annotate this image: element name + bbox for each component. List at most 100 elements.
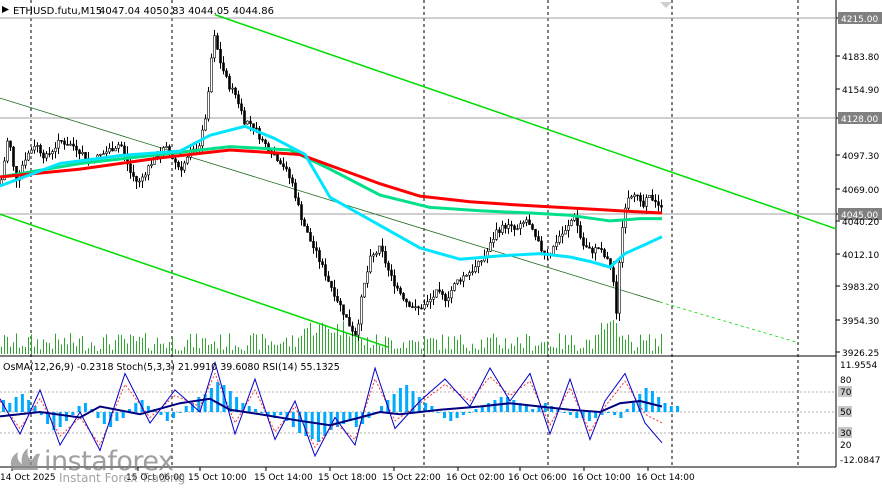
candle-body [354, 331, 357, 336]
candle-body [528, 219, 531, 225]
candle-body [417, 306, 420, 309]
price-chart[interactable]: 4215.00 4183.80 4154.90 4128.00 4097.30 4069.… [0, 0, 882, 485]
osma-bar [587, 412, 591, 421]
candle-body [603, 249, 606, 257]
candle-body [51, 151, 54, 155]
osma-bar [159, 412, 163, 415]
candle-body [363, 282, 366, 298]
candle-body [6, 140, 9, 162]
candle-body [462, 275, 465, 282]
osma-bar [260, 412, 264, 413]
price-label-highlighted: 4128.00 [841, 115, 878, 125]
candle-body [105, 151, 108, 154]
candle-body [345, 314, 348, 318]
osma-bar [115, 412, 119, 421]
osma-bar [644, 388, 648, 412]
osma-bar [398, 388, 402, 412]
candle-body [150, 164, 153, 167]
candle-body [414, 306, 417, 309]
candle-body [339, 300, 342, 306]
candle-body [120, 144, 123, 147]
candle-body [228, 76, 231, 90]
time-axis-label: 15 Oct 14:00 [254, 473, 313, 483]
candle-body [330, 281, 333, 288]
candle-body [288, 168, 291, 179]
candle-body [498, 229, 501, 233]
candle-body [27, 152, 30, 161]
candle-body [291, 177, 294, 184]
candle-body [642, 200, 645, 207]
osma-bar [165, 412, 169, 421]
osma-bar [650, 391, 654, 412]
candle-body [540, 240, 543, 252]
candle-body [618, 262, 621, 314]
osma-bar [569, 412, 572, 415]
price-tick-label: 4012.10 [842, 251, 879, 261]
candle-body [12, 146, 15, 167]
candle-body [216, 35, 219, 50]
osma-bar [487, 403, 491, 412]
osma-bar [455, 412, 459, 418]
osma-bar [524, 406, 528, 412]
candle-body [117, 144, 120, 149]
osma-bar [392, 394, 396, 412]
osma-bar [449, 412, 453, 421]
candle-body [534, 228, 537, 237]
candle-body [516, 228, 519, 230]
candle-body [555, 242, 558, 247]
candle-body [123, 145, 126, 155]
osma-bar [27, 400, 31, 412]
chart-svg[interactable]: 4215.00 4183.80 4154.90 4128.00 4097.30 4069.… [0, 0, 882, 484]
osma-bar [83, 403, 87, 412]
candle-body [177, 161, 180, 168]
osma-bar [279, 412, 283, 415]
candle-body [657, 201, 660, 206]
osma-bar [562, 412, 566, 413]
price-tick-label: 4040.20 [842, 218, 879, 228]
candle-body [321, 261, 324, 265]
candle-body [468, 272, 471, 276]
candle-body [627, 197, 630, 209]
candle-body [219, 48, 222, 64]
price-label-highlighted: 4215.00 [841, 15, 878, 25]
candle-body [72, 143, 75, 147]
candle-body [252, 123, 255, 129]
indicator-tick-label: 70 [840, 388, 852, 398]
candle-body [591, 247, 594, 254]
candle-body [465, 274, 468, 277]
candle-body [612, 267, 615, 283]
candle-body [570, 220, 573, 226]
candle-body [588, 246, 591, 249]
candle-body [255, 127, 258, 130]
candle-body [579, 225, 582, 238]
osma-bar [310, 412, 314, 439]
candle-body [45, 153, 48, 159]
candle-body [108, 148, 111, 153]
candle-body [294, 182, 297, 199]
candle-body [186, 156, 189, 164]
osma-bar [663, 403, 667, 412]
osma-bar [493, 400, 497, 412]
osma-bar [121, 412, 125, 418]
candle-body [141, 176, 144, 182]
osma-bar [676, 406, 680, 412]
osma-bar [8, 403, 12, 412]
time-axis-label: 15 Oct 22:00 [382, 473, 441, 483]
candle-body [102, 153, 105, 155]
candle-body [405, 298, 408, 303]
candle-body [48, 153, 51, 155]
time-axis-label: 15 Oct 10:00 [188, 473, 247, 483]
candle-body [246, 120, 249, 125]
osma-bar [512, 400, 516, 412]
indicator-tick-label: 11.9554 [840, 361, 877, 371]
candle-body [366, 271, 369, 284]
indicator-label: OsMA(12,26,9) -0.2318 Stoch(5,3,3) 21.99… [3, 362, 340, 373]
candle-body [360, 296, 363, 325]
candle-body [42, 152, 45, 159]
candle-body [369, 255, 372, 273]
candle-body [276, 153, 279, 161]
candle-body [615, 281, 618, 314]
candle-body [342, 304, 345, 315]
candle-body [564, 230, 567, 235]
candle-body [240, 103, 243, 112]
